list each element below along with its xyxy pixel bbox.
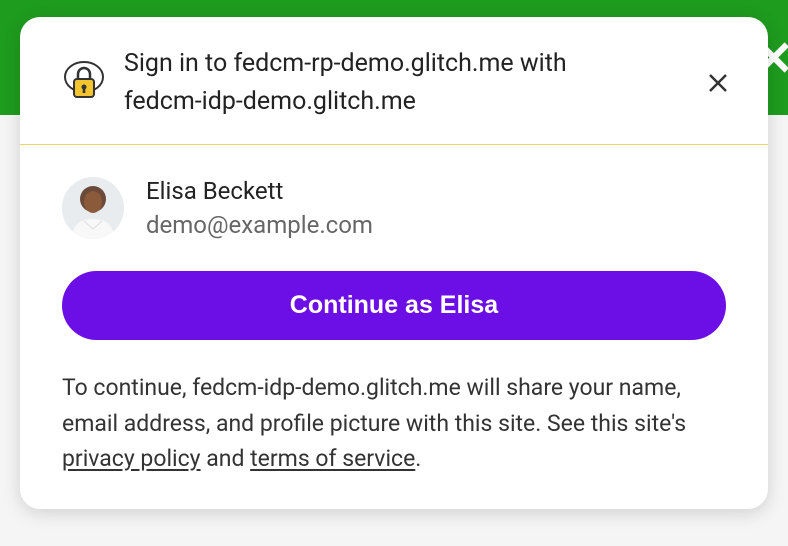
close-button[interactable] [698,63,738,103]
disclosure-after: . [415,445,421,472]
account-name: Elisa Beckett [146,177,373,205]
account-email: demo@example.com [146,211,373,239]
disclosure-between: and [201,445,251,472]
avatar [62,177,124,239]
dialog-body: Elisa Beckett demo@example.com Continue … [20,145,768,509]
disclosure-text: To continue, fedcm-idp-demo.glitch.me wi… [62,370,726,477]
dialog-title-line1: Sign in to fedcm-rp-demo.glitch.me with [124,49,567,78]
privacy-policy-link[interactable]: privacy policy [62,445,201,472]
dialog-header: Sign in to fedcm-rp-demo.glitch.me with … [20,17,768,145]
lock-icon [60,59,108,107]
dialog-title: Sign in to fedcm-rp-demo.glitch.me with … [124,45,698,120]
continue-button[interactable]: Continue as Elisa [62,271,726,340]
fedcm-signin-dialog: Sign in to fedcm-rp-demo.glitch.me with … [20,17,768,509]
dialog-title-line2: fedcm-idp-demo.glitch.me [124,87,416,116]
account-info: Elisa Beckett demo@example.com [146,177,373,239]
account-row[interactable]: Elisa Beckett demo@example.com [62,177,726,239]
terms-of-service-link[interactable]: terms of service [250,445,415,472]
close-icon [707,72,729,94]
disclosure-before: To continue, fedcm-idp-demo.glitch.me wi… [62,374,686,437]
